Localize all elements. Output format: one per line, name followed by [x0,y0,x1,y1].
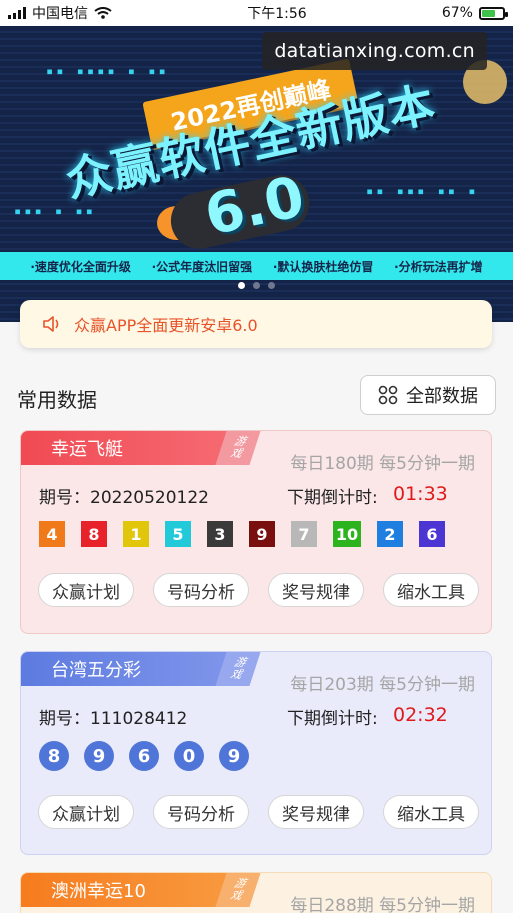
number-ball: 9 [219,741,249,771]
number-ball: 4 [39,521,65,547]
status-left: 中国电信 [8,3,112,23]
number-ball: 6 [129,741,159,771]
issue-number: 期号：20220520122 [39,488,209,508]
status-right: 67% [441,5,508,21]
reduction-tool-button[interactable]: 缩水工具 [383,573,479,607]
decoration-dots: ▪▪ ▪▪▪ ▪▪ ▪ [366,184,479,198]
number-ball: 2 [377,521,403,547]
number-ball: 3 [207,521,233,547]
number-ball: 8 [81,521,107,547]
feature-bar: ·速度优化全面升级 ·公式年度汰旧留强 ·默认换肤杜绝仿冒 ·分析玩法再扩增 [0,252,513,280]
number-analysis-button[interactable]: 号码分析 [153,795,249,829]
pattern-button[interactable]: 奖号规律 [268,573,364,607]
card-schedule: 每日288期 每5分钟一期 [290,896,475,913]
issue-number: 期号：111028412 [39,709,188,729]
number-ball: 10 [333,521,361,547]
carousel-indicator[interactable] [0,282,513,289]
reduction-tool-button[interactable]: 缩水工具 [383,795,479,829]
grid-icon [378,385,398,405]
number-analysis-button[interactable]: 号码分析 [153,573,249,607]
card-actions: 众赢计划 号码分析 奖号规律 缩水工具 [38,573,479,607]
result-numbers: 4 8 1 5 3 9 7 10 2 6 [39,521,445,547]
clock: 下午1:56 [247,6,307,22]
speaker-icon [43,316,59,332]
pattern-button[interactable]: 奖号规律 [268,795,364,829]
lottery-card[interactable]: 台湾五分彩 游戏 每日203期 每5分钟一期 期号：111028412 下期倒计… [20,651,492,855]
card-title: 澳洲幸运10 [21,873,231,907]
card-title: 幸运飞艇 [21,431,231,465]
number-ball: 5 [165,521,191,547]
plan-button[interactable]: 众赢计划 [38,573,134,607]
lottery-card[interactable]: 澳洲幸运10 游戏 每日288期 每5分钟一期 [20,872,492,913]
feature-item: ·公式年度汰旧留强 [151,259,253,274]
status-bar: 中国电信 下午1:56 67% [0,0,513,26]
feature-item: ·默认换肤杜绝仿冒 [272,259,374,274]
number-ball: 1 [123,521,149,547]
card-title: 台湾五分彩 [21,652,231,686]
notice-bar[interactable]: 众赢APP全面更新安卓6.0 [20,300,492,348]
number-ball: 6 [419,521,445,547]
number-ball: 8 [39,741,69,771]
carrier-label: 中国电信 [32,6,88,22]
signal-icon [8,7,26,19]
card-schedule: 每日180期 每5分钟一期 [290,454,475,474]
number-ball: 9 [84,741,114,771]
decoration-dots: ▪▪ ▪▪▪▪ ▪ ▪▪ [46,64,169,78]
wifi-icon [94,7,112,19]
lottery-card[interactable]: 幸运飞艇 游戏 每日180期 每5分钟一期 期号：20220520122 下期倒… [20,430,492,634]
number-ball: 7 [291,521,317,547]
all-data-button[interactable]: 全部数据 [360,375,496,415]
all-data-label: 全部数据 [406,386,478,407]
battery-icon [478,6,508,20]
countdown-value: 01:33 [393,483,448,505]
carousel-dot[interactable] [253,282,260,289]
countdown-value: 02:32 [393,704,448,726]
watermark: datatianxing.com.cn [262,32,487,70]
number-ball: 0 [174,741,204,771]
carousel-dot[interactable] [238,282,245,289]
promo-banner[interactable]: ▪▪ ▪▪▪▪ ▪ ▪▪ ▪▪ ▪▪▪ ▪▪ ▪ ▪▪▪ ▪ ▪▪ 2022再创… [0,26,513,322]
battery-percent: 67% [441,5,473,21]
notice-text: 众赢APP全面更新安卓6.0 [74,316,258,335]
countdown-label: 下期倒计时: [287,709,378,729]
section-title: 常用数据 [17,388,97,412]
card-schedule: 每日203期 每5分钟一期 [290,675,475,695]
result-numbers: 89609 [39,741,249,771]
feature-item: ·分析玩法再扩增 [394,259,483,274]
number-ball: 9 [249,521,275,547]
card-actions: 众赢计划 号码分析 奖号规律 缩水工具 [38,795,479,829]
carousel-dot[interactable] [268,282,275,289]
plan-button[interactable]: 众赢计划 [38,795,134,829]
feature-item: ·速度优化全面升级 [30,259,131,274]
countdown-label: 下期倒计时: [287,488,378,508]
